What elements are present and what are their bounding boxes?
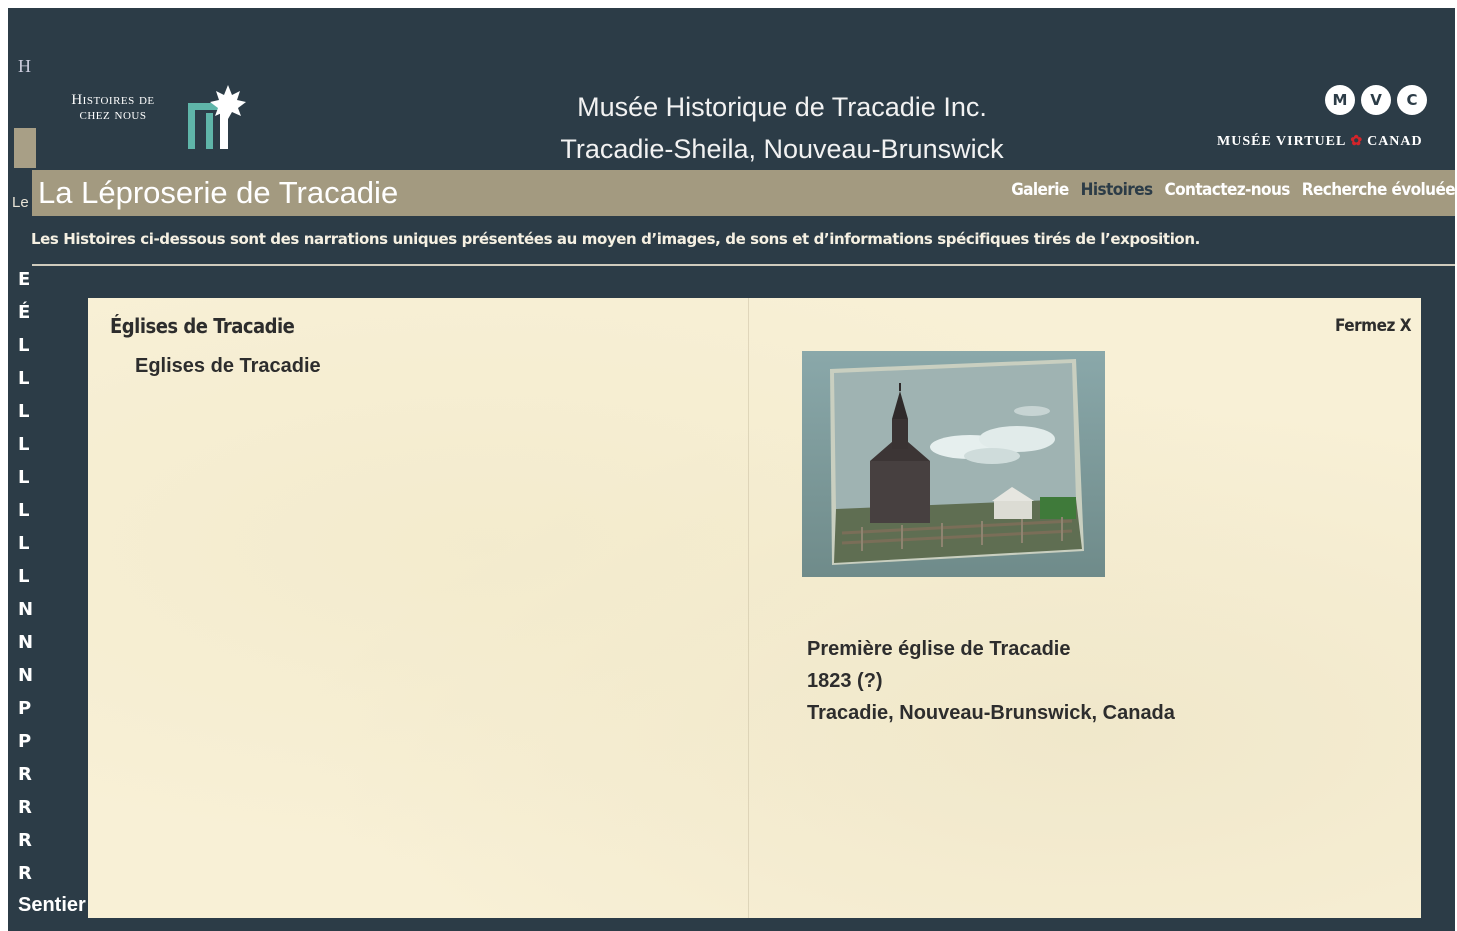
image-caption: Première église de Tracadie 1823 (?) Tra… (807, 633, 1175, 729)
section-title: La Léproserie de Tracadie (38, 175, 399, 210)
close-button[interactable]: Fermez X (1335, 316, 1412, 336)
underlay-top-letter: H (18, 56, 31, 76)
main-nav: Galerie Histoires Contactez-nous Recherc… (1011, 180, 1455, 200)
story-subtitle: Eglises de Tracadie (135, 355, 321, 377)
nav-histoires[interactable]: Histoires (1081, 180, 1153, 200)
underlay-list-item[interactable]: L (8, 428, 88, 461)
caption-date: 1823 (?) (807, 670, 883, 692)
divider (32, 264, 1455, 266)
underlay-list-item[interactable]: P (8, 725, 88, 758)
underlay-list-item[interactable]: É (8, 296, 88, 329)
underlay-list-item[interactable]: L (8, 560, 88, 593)
maple-leaf-icon: ✿ (1350, 134, 1364, 149)
histoires-de-chez-nous-logo[interactable]: Histoires de chez nous (38, 83, 258, 153)
logo-text: Histoires de chez nous (38, 93, 188, 123)
mvc-text-right: CANAD (1367, 134, 1423, 149)
church-painting-icon (802, 351, 1105, 577)
underlay-list-item[interactable]: L (8, 395, 88, 428)
story-title: Églises de Tracadie (110, 314, 295, 338)
underlay-list-item[interactable]: R (8, 791, 88, 824)
museum-title: Musée Historique de Tracadie Inc. Tracad… (452, 86, 1112, 170)
underlay-story-list: EÉLLLLLLLLNNNPPRRRR (8, 263, 88, 890)
church-painting-image[interactable] (802, 351, 1105, 577)
nav-contactez-nous[interactable]: Contactez-nous (1165, 180, 1291, 200)
museum-name: Musée Historique de Tracadie Inc. (577, 92, 987, 122)
caption-place: Tracadie, Nouveau-Brunswick, Canada (807, 702, 1175, 724)
underlay-le-fragment: Le (12, 194, 29, 211)
intro-text: Les Histoires ci-dessous sont des narrat… (31, 230, 1200, 248)
underlay-list-item[interactable]: E (8, 263, 88, 296)
mvc-letter-m: M (1325, 85, 1355, 115)
mvc-circles: M V C (1325, 85, 1427, 115)
mvc-letter-v: V (1361, 85, 1391, 115)
underlay-list-item[interactable]: L (8, 527, 88, 560)
underlay-list-item[interactable]: N (8, 659, 88, 692)
mvc-text-left: MUSÉE VIRTUEL (1217, 134, 1347, 149)
nav-recherche-evoluee[interactable]: Recherche évoluée (1302, 180, 1455, 200)
mvc-letter-c: C (1397, 85, 1427, 115)
section-titlebar: La Léproserie de Tracadie Galerie Histoi… (32, 170, 1455, 216)
underlay-list-item[interactable]: P (8, 692, 88, 725)
musee-virtuel-canada-logo[interactable]: M V C MUSÉE VIRTUEL ✿ CANAD (1217, 85, 1455, 165)
site-header: Histoires de chez nous Musée Historique … (32, 38, 1455, 168)
logo-text-line-2: chez nous (79, 107, 147, 123)
underlay-list-item[interactable]: N (8, 593, 88, 626)
underlay-list-item[interactable]: N (8, 626, 88, 659)
underlay-list-item[interactable]: R (8, 824, 88, 857)
story-modal: Églises de Tracadie Eglises de Tracadie … (88, 298, 1421, 918)
underlay-list-item[interactable]: R (8, 758, 88, 791)
underlay-list-item[interactable]: L (8, 362, 88, 395)
underlay-list-item[interactable]: L (8, 329, 88, 362)
museum-location: Tracadie-Sheila, Nouveau-Brunswick (560, 134, 1004, 164)
logo-text-line-1: Histoires de (71, 92, 155, 108)
underlay-list-item[interactable]: L (8, 461, 88, 494)
page-frame: H Le EÉLLLLLLLLNNNPPRRRR Sentier patrimo… (8, 8, 1455, 931)
caption-title: Première église de Tracadie (807, 638, 1071, 660)
nav-galerie[interactable]: Galerie (1011, 180, 1069, 200)
underlay-list-item[interactable]: R (8, 857, 88, 890)
underlay-list-item[interactable]: L (8, 494, 88, 527)
mvc-wordmark: MUSÉE VIRTUEL ✿ CANAD (1217, 133, 1423, 150)
maple-leaf-pillar-icon (188, 85, 246, 149)
page-fold (748, 298, 749, 918)
